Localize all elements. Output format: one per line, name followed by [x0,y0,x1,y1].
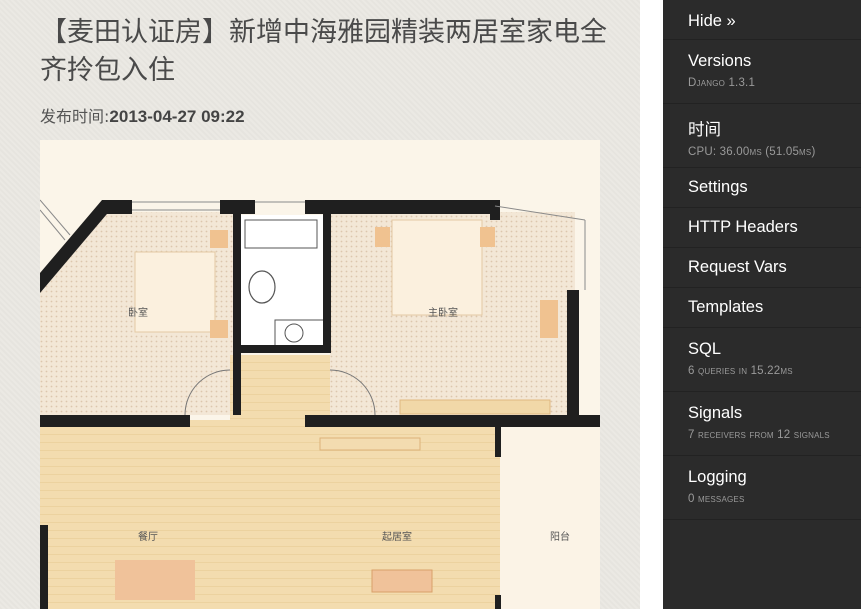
panel-timer[interactable]: 时间 CPU: 36.00ms (51.05ms) [663,104,861,168]
panel-signals[interactable]: Signals 7 receivers from 12 signals [663,392,861,456]
room-label-living: 起居室 [382,530,412,543]
panel-subtitle: 7 receivers from 12 signals [688,429,830,441]
panel-subtitle: 0 messages [688,493,745,505]
room-label-master-bedroom: 主卧室 [428,306,458,319]
debug-toolbar: Hide » Versions Django 1.3.1 时间 CPU: 36.… [663,0,861,609]
panel-label: Versions [688,52,752,70]
hide-toolbar-label: Hide » [688,12,736,30]
gutter [640,0,663,609]
panel-templates[interactable]: Templates [663,288,861,328]
room-label-bedroom: 卧室 [128,306,148,319]
hide-toolbar-button[interactable]: Hide » [663,0,861,40]
panel-subtitle: Django 1.3.1 [688,77,756,89]
panel-http-headers[interactable]: HTTP Headers [663,208,861,248]
panel-sql[interactable]: SQL 6 queries in 15.22ms [663,328,861,392]
room-label-balcony: 阳台 [550,530,570,543]
floorplan-image: 卧室 主卧室 餐厅 起居室 阳台 [40,140,600,609]
room-label-dining: 餐厅 [138,530,158,543]
panel-label: 时间 [688,121,721,139]
panel-label: Signals [688,404,743,422]
panel-request-vars[interactable]: Request Vars [663,248,861,288]
date-label: 发布时间: [40,107,110,126]
page-content: 【麦田认证房】新增中海雅园精装两居室家电全齐拎包入住 发布时间:2013-04-… [0,0,640,609]
panel-label: Templates [688,298,764,316]
panel-logging[interactable]: Logging 0 messages [663,456,861,520]
post-title: 【麦田认证房】新增中海雅园精装两居室家电全齐拎包入住 [40,17,607,86]
panel-subtitle: 6 queries in 15.22ms [688,365,793,377]
panel-label: SQL [688,340,722,358]
panel-versions[interactable]: Versions Django 1.3.1 [663,40,861,104]
panel-label: Settings [688,178,748,196]
panel-label: Logging [688,468,747,486]
post-meta: 发布时间:2013-04-27 09:22 [40,106,245,128]
panel-subtitle: CPU: 36.00ms (51.05ms) [688,146,816,158]
panel-label: Request Vars [688,258,787,276]
panel-settings[interactable]: Settings [663,168,861,208]
publish-date: 2013-04-27 09:22 [109,107,245,126]
panel-label: HTTP Headers [688,218,798,236]
